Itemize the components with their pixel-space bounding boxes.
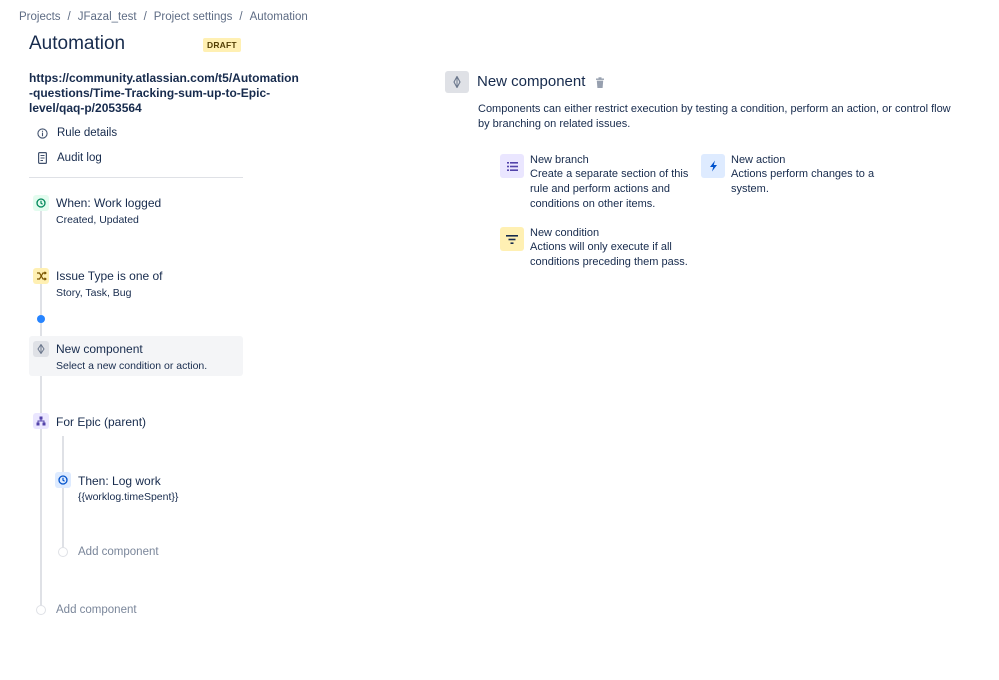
sidebar-divider <box>29 177 243 178</box>
action-subtitle: {{worklog.timeSpent}} <box>78 491 179 503</box>
rule-details-label: Rule details <box>57 127 118 139</box>
bolt-icon <box>701 154 725 178</box>
trigger-title: When: Work logged <box>56 196 162 210</box>
new-action-description: Actions perform changes to a system. <box>731 168 875 195</box>
trigger-subtitle: Created, Updated <box>56 214 139 226</box>
new-action-option[interactable]: New action Actions perform changes to a … <box>701 154 891 197</box>
branch-connector-line <box>62 436 64 548</box>
breadcrumb: Projects / JFazal_test / Project settings / Au… <box>19 11 308 23</box>
new-component-title: New component <box>56 342 143 356</box>
new-action-title: New action <box>731 154 786 166</box>
new-branch-description: Create a separate section of this rule a… <box>530 168 689 210</box>
breadcrumb-separator: / <box>143 11 147 23</box>
breadcrumb-separator: / <box>239 11 243 23</box>
new-condition-description: Actions will only execute if all conditi… <box>530 241 688 268</box>
breadcrumb-project[interactable]: JFazal_test <box>78 11 137 23</box>
breadcrumb-project-settings[interactable]: Project settings <box>154 11 233 23</box>
filter-icon <box>500 227 524 251</box>
page-title: Automation <box>29 33 126 54</box>
add-component-inner-circle <box>58 547 68 557</box>
document-icon <box>36 152 48 164</box>
add-component-outer-circle <box>36 605 46 615</box>
action-title: Then: Log work <box>78 474 161 488</box>
new-component-subtitle: Select a new condition or action. <box>56 360 208 372</box>
audit-log-label: Audit log <box>57 152 102 164</box>
new-branch-title: New branch <box>530 154 589 166</box>
breadcrumb-projects[interactable]: Projects <box>19 11 61 23</box>
add-component-inner-button[interactable]: Add component <box>78 546 159 558</box>
audit-log-link[interactable]: Audit log <box>36 152 102 164</box>
rule-name[interactable]: https://community.atlassian.com/t5/Autom… <box>29 71 299 116</box>
trash-icon[interactable] <box>595 76 605 88</box>
panel-title: New component <box>477 73 586 90</box>
breadcrumb-automation[interactable]: Automation <box>250 11 308 23</box>
diamond-icon <box>445 71 469 93</box>
flow-connector-line <box>40 204 42 606</box>
new-condition-option[interactable]: New condition Actions will only execute … <box>500 227 690 270</box>
new-branch-option[interactable]: New branch Create a separate section of … <box>500 154 690 212</box>
branch-title: For Epic (parent) <box>56 415 147 429</box>
add-component-outer-button[interactable]: Add component <box>56 604 137 616</box>
rule-details-link[interactable]: Rule details <box>36 127 117 139</box>
info-icon <box>36 127 48 139</box>
condition-title: Issue Type is one of <box>56 269 163 283</box>
status-badge: DRAFT <box>203 38 241 52</box>
clock-icon <box>33 195 49 211</box>
new-condition-title: New condition <box>530 227 600 239</box>
branch-icon <box>33 413 49 429</box>
shuffle-icon <box>33 268 49 284</box>
clock-icon <box>55 472 71 488</box>
insert-point-dot[interactable] <box>37 315 45 323</box>
diamond-icon <box>33 341 49 357</box>
list-icon <box>500 154 524 178</box>
breadcrumb-separator: / <box>67 11 71 23</box>
panel-description: Components can either restrict execution… <box>478 103 951 130</box>
condition-subtitle: Story, Task, Bug <box>56 287 132 299</box>
